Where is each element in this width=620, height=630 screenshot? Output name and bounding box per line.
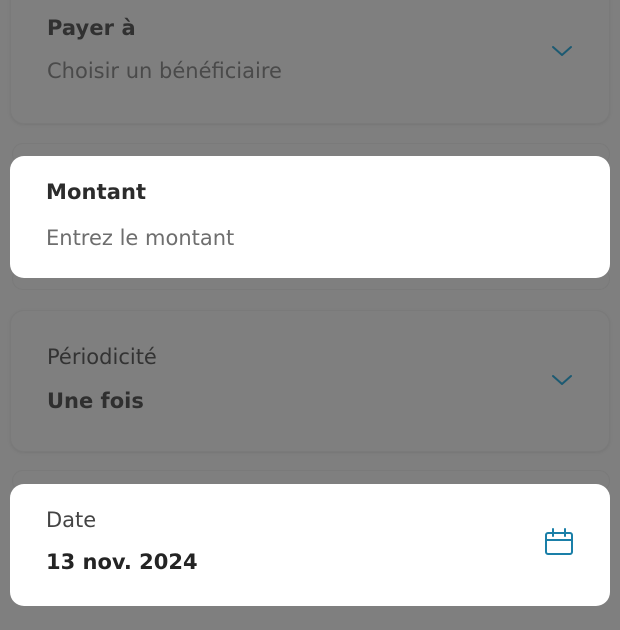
amount-field[interactable]: Montant Entrez le montant: [10, 156, 610, 278]
frequency-field[interactable]: Périodicité Une fois: [10, 310, 610, 452]
frequency-value: Une fois: [47, 389, 144, 413]
frequency-label: Périodicité: [47, 345, 157, 369]
payee-field[interactable]: Payer à Choisir un bénéficiaire: [10, 0, 610, 124]
date-field[interactable]: Date 13 nov. 2024: [10, 484, 610, 606]
amount-label: Montant: [46, 180, 147, 204]
chevron-down-icon[interactable]: [551, 373, 573, 387]
payee-label: Payer à: [47, 16, 136, 40]
calendar-icon[interactable]: [544, 528, 574, 556]
date-value: 13 nov. 2024: [46, 550, 198, 574]
payee-placeholder: Choisir un bénéficiaire: [47, 59, 282, 83]
date-label: Date: [46, 508, 97, 532]
chevron-down-icon[interactable]: [551, 44, 573, 58]
amount-input[interactable]: Entrez le montant: [46, 226, 234, 250]
